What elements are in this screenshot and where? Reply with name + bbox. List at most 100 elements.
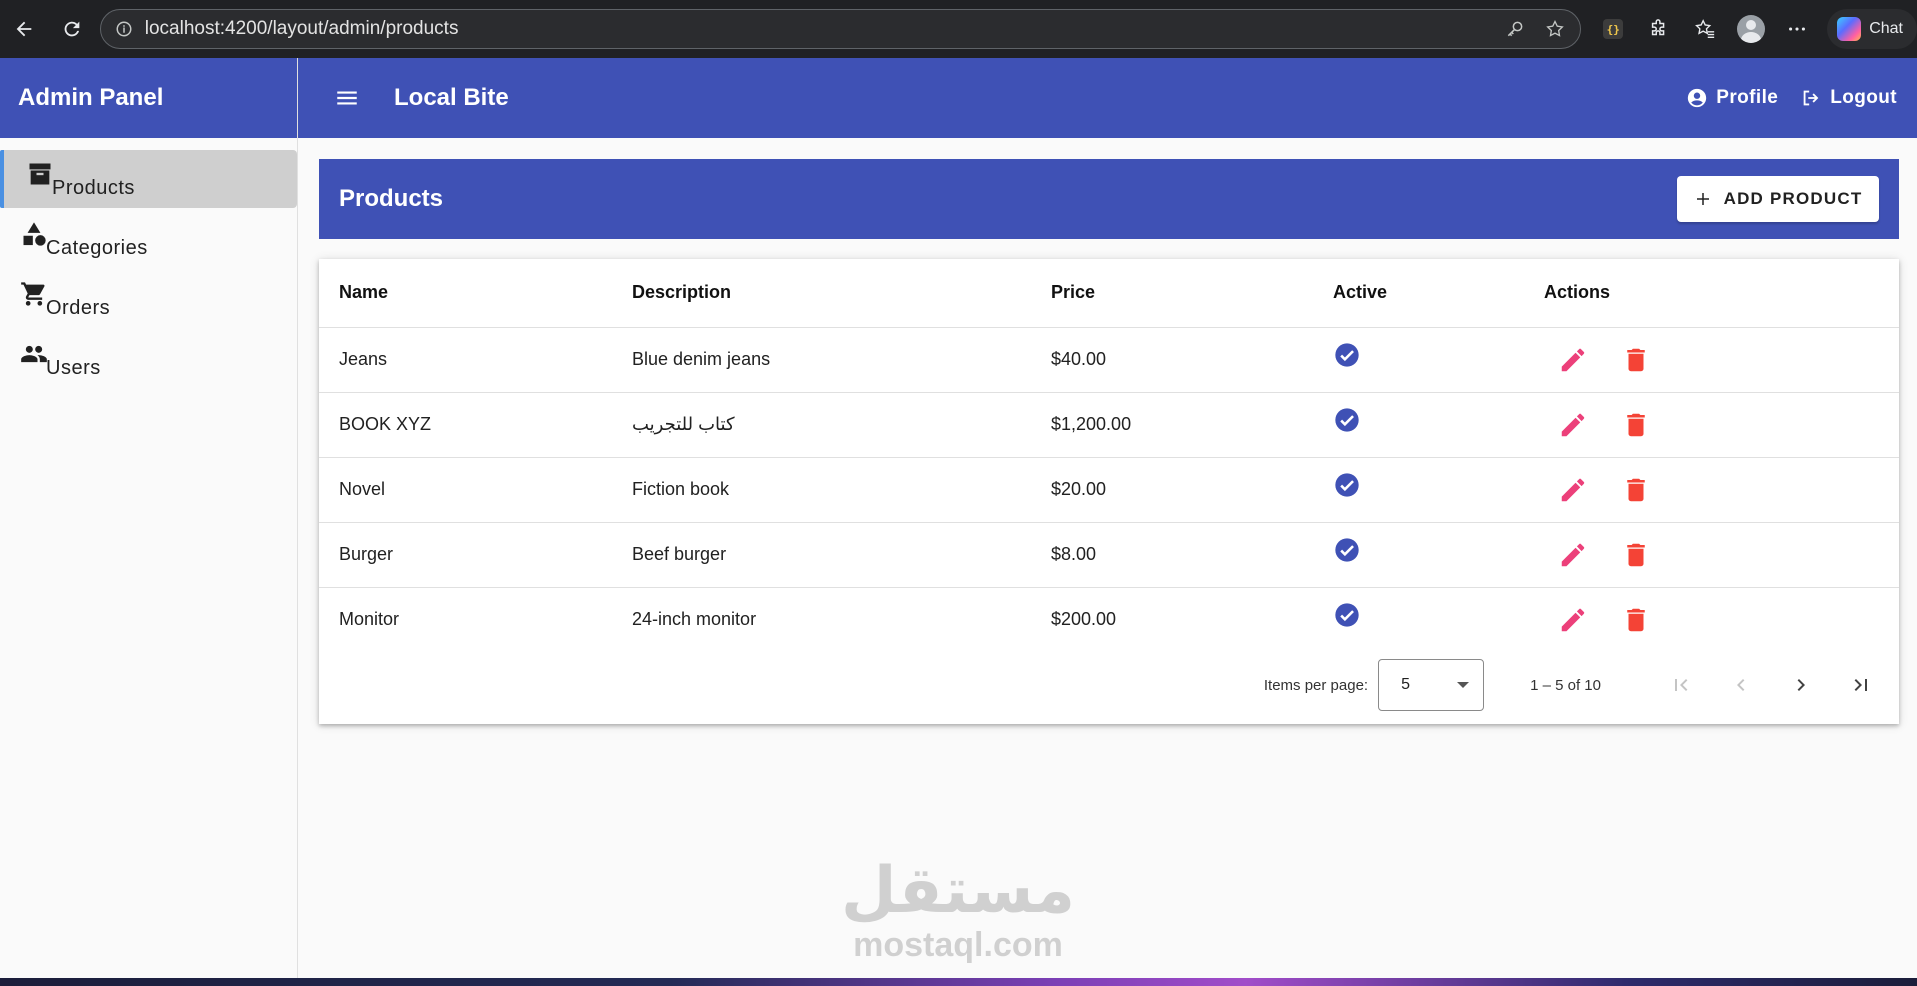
cell-price: $1,200.00 bbox=[1031, 392, 1313, 458]
cell-description: كتاب للتجريب bbox=[612, 392, 1031, 458]
delete-icon[interactable] bbox=[1621, 540, 1651, 570]
delete-icon[interactable] bbox=[1621, 410, 1651, 440]
sidebar: Admin Panel Products Categories Orders U… bbox=[0, 58, 298, 978]
check-circle-icon bbox=[1333, 471, 1361, 499]
key-icon[interactable] bbox=[1500, 14, 1530, 44]
cell-price: $20.00 bbox=[1031, 457, 1313, 523]
add-product-label: ADD PRODUCT bbox=[1723, 189, 1863, 208]
site-info-icon[interactable] bbox=[113, 18, 135, 40]
people-icon bbox=[20, 340, 48, 368]
sidebar-item-label: Orders bbox=[46, 297, 111, 319]
chat-label: Chat bbox=[1869, 20, 1903, 37]
cell-price: $40.00 bbox=[1031, 327, 1313, 393]
next-page-button[interactable] bbox=[1781, 665, 1821, 705]
json-extension-icon[interactable]: {} bbox=[1593, 9, 1633, 49]
edit-icon[interactable] bbox=[1558, 410, 1588, 440]
column-header-active[interactable]: Active bbox=[1313, 259, 1524, 328]
delete-icon[interactable] bbox=[1621, 345, 1651, 375]
star-icon[interactable] bbox=[1540, 14, 1570, 44]
column-header-description[interactable]: Description bbox=[612, 259, 1031, 328]
sidebar-item-label: Products bbox=[52, 177, 135, 199]
back-icon[interactable] bbox=[4, 9, 44, 49]
app-title: Local Bite bbox=[394, 84, 509, 111]
first-page-icon bbox=[1675, 679, 1688, 691]
copilot-chat-button[interactable]: Chat bbox=[1827, 9, 1917, 49]
dropdown-caret-icon bbox=[1457, 682, 1470, 688]
cart-icon bbox=[20, 280, 48, 308]
table-row: Burger Beef burger $8.00 bbox=[319, 522, 1899, 588]
extensions-icon[interactable] bbox=[1639, 9, 1679, 49]
column-header-name[interactable]: Name bbox=[319, 259, 612, 328]
mostaql-watermark: مستقل mostaql.com bbox=[838, 855, 1078, 963]
cell-price: $200.00 bbox=[1051, 609, 1117, 630]
cell-actions bbox=[1524, 457, 1899, 523]
address-bar[interactable]: localhost:4200/layout/admin/products bbox=[99, 9, 1582, 49]
category-icon bbox=[20, 220, 48, 248]
check-circle-icon bbox=[1333, 341, 1361, 369]
table-row: Novel Fiction book $20.00 bbox=[319, 457, 1899, 523]
cell-name: Novel bbox=[319, 457, 612, 523]
url-text[interactable]: localhost:4200/layout/admin/products bbox=[145, 18, 1500, 40]
logout-label: Logout bbox=[1830, 87, 1897, 108]
cell-actions bbox=[1524, 392, 1899, 458]
profile-button[interactable]: Profile bbox=[1686, 87, 1778, 109]
check-circle-icon bbox=[1333, 406, 1361, 434]
cell-name: Jeans bbox=[319, 327, 612, 393]
items-per-page-select[interactable]: 5 bbox=[1378, 659, 1485, 711]
products-table: Name Description Price Active Actions Je… bbox=[319, 259, 1899, 652]
menu-icon[interactable] bbox=[332, 83, 362, 113]
watermark-arabic: مستقل bbox=[840, 854, 1076, 928]
delete-icon[interactable] bbox=[1621, 475, 1651, 505]
delete-icon[interactable] bbox=[1621, 605, 1651, 635]
logout-icon bbox=[1803, 90, 1819, 106]
cell-actions bbox=[1524, 327, 1899, 393]
edit-icon[interactable] bbox=[1558, 475, 1588, 505]
table-row: Monitor 24-inch monitor $200.00 bbox=[319, 587, 1899, 652]
edit-icon[interactable] bbox=[1558, 605, 1588, 635]
favorites-icon[interactable] bbox=[1685, 9, 1725, 49]
cell-price: $8.00 bbox=[1031, 522, 1313, 588]
cell-active bbox=[1313, 327, 1524, 393]
cell-name: Monitor bbox=[339, 609, 400, 630]
page-title: Products bbox=[339, 185, 444, 212]
sidebar-item-products[interactable]: Products bbox=[0, 150, 297, 208]
browser-toolbar: localhost:4200/layout/admin/products {} … bbox=[0, 0, 1917, 58]
products-table-card: Name Description Price Active Actions Je… bbox=[319, 259, 1899, 724]
reload-icon[interactable] bbox=[52, 9, 92, 49]
last-page-button[interactable] bbox=[1841, 665, 1881, 705]
cell-actions bbox=[1524, 522, 1899, 588]
edit-icon[interactable] bbox=[1558, 345, 1588, 375]
sidebar-item-categories[interactable]: Categories bbox=[0, 210, 297, 268]
table-header-row: Name Description Price Active Actions bbox=[319, 259, 1899, 328]
add-product-button[interactable]: ADD PRODUCT bbox=[1677, 176, 1879, 222]
sidebar-item-users[interactable]: Users bbox=[0, 330, 297, 388]
items-per-page-label: Items per page: bbox=[1263, 676, 1369, 694]
cell-description: Fiction book bbox=[612, 457, 1031, 523]
check-circle-icon bbox=[1333, 536, 1361, 564]
items-per-page-value: 5 bbox=[1401, 676, 1410, 693]
profile-avatar[interactable] bbox=[1731, 9, 1771, 49]
sidebar-item-label: Categories bbox=[46, 237, 148, 259]
chevron-right-icon bbox=[1797, 679, 1805, 691]
previous-page-button[interactable] bbox=[1721, 665, 1761, 705]
cell-description: Beef burger bbox=[612, 522, 1031, 588]
sidebar-item-label: Users bbox=[46, 357, 101, 379]
sidebar-title: Admin Panel bbox=[18, 84, 164, 111]
first-page-button[interactable] bbox=[1661, 665, 1701, 705]
table-row: BOOK XYZ كتاب للتجريب $1,200.00 bbox=[319, 392, 1899, 458]
sidebar-nav: Products Categories Orders Users bbox=[0, 138, 297, 388]
chevron-left-icon bbox=[1737, 679, 1745, 691]
cell-description: 24-inch monitor bbox=[632, 609, 757, 630]
table-row: Jeans Blue denim jeans $40.00 bbox=[319, 327, 1899, 393]
column-header-price[interactable]: Price bbox=[1031, 259, 1313, 328]
plus-icon bbox=[1696, 193, 1709, 205]
more-options-icon[interactable] bbox=[1777, 9, 1817, 49]
page-header: Products ADD PRODUCT bbox=[319, 159, 1899, 239]
last-page-icon bbox=[1854, 679, 1867, 691]
cell-name: Burger bbox=[319, 522, 612, 588]
sidebar-item-orders[interactable]: Orders bbox=[0, 270, 297, 328]
logout-button[interactable]: Logout bbox=[1800, 87, 1897, 109]
edit-icon[interactable] bbox=[1558, 540, 1588, 570]
sidebar-header: Admin Panel bbox=[0, 58, 297, 138]
cell-name: BOOK XYZ bbox=[319, 392, 612, 458]
